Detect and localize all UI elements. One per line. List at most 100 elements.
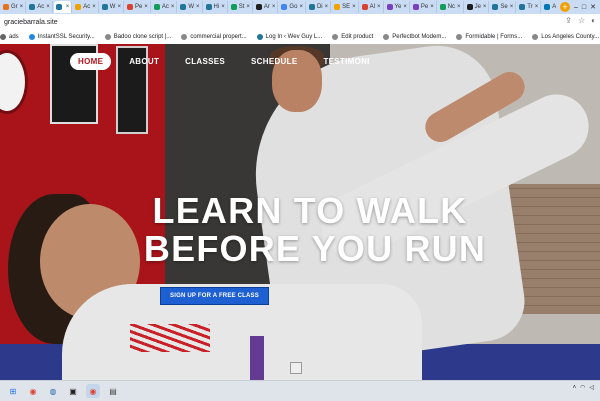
browser-tab[interactable]: Je ×: [465, 1, 490, 13]
browser-tab[interactable]: Ye ×: [385, 1, 410, 13]
browser-tab[interactable]: Di ×: [307, 1, 332, 13]
broken-image-icon: [290, 362, 302, 374]
browser-tab[interactable]: Pe ×: [125, 1, 151, 13]
browser-tab[interactable]: W ×: [100, 1, 124, 13]
volume-icon[interactable]: ◁: [589, 384, 594, 391]
profile-icon[interactable]: ◐: [591, 16, 596, 25]
bookmark-favicon-icon: [456, 34, 463, 40]
bookmark-star-icon[interactable]: ☆: [578, 16, 585, 25]
browser-tab[interactable]: Nc ×: [438, 1, 464, 13]
tab-close-icon[interactable]: ×: [272, 4, 276, 10]
tab-close-icon[interactable]: ×: [483, 4, 487, 10]
tab-close-icon[interactable]: ×: [403, 4, 407, 10]
tab-close-icon[interactable]: ×: [325, 4, 329, 10]
address-bar[interactable]: graciebarrala.site ⇪ ☆ ◐: [0, 14, 600, 31]
bookmark-item[interactable]: Log In ‹ Wev Guy L...: [256, 34, 322, 40]
nav-item-testimoni[interactable]: TESTIMONI: [315, 53, 377, 70]
bookmark-item[interactable]: Edit product: [332, 34, 373, 40]
bookmark-item[interactable]: ads: [0, 34, 19, 40]
bookmark-item[interactable]: Badoo clone script |...: [104, 34, 171, 40]
tab-favicon-icon: [126, 4, 133, 10]
tab-favicon-icon: [281, 4, 288, 10]
tab-close-icon[interactable]: ×: [196, 4, 200, 10]
tab-close-icon[interactable]: ×: [66, 4, 70, 10]
tab-label: W: [109, 4, 116, 10]
bookmark-item[interactable]: commercial propert...: [181, 34, 247, 40]
tab-label: Ac: [37, 4, 45, 10]
tab-label: Al: [369, 4, 376, 10]
file-explorer-icon[interactable]: ◍: [46, 384, 60, 398]
terminal-icon[interactable]: ▣: [66, 384, 80, 398]
nav-item-home[interactable]: HOME: [70, 53, 112, 70]
url-text[interactable]: graciebarrala.site: [4, 19, 58, 26]
bookmark-label: ads: [9, 34, 19, 40]
browser-tab[interactable]: Tr×: [517, 1, 542, 13]
tab-close-icon[interactable]: ×: [377, 4, 381, 10]
browser-tab[interactable]: Al ×: [360, 1, 384, 13]
tab-label: Go: [289, 4, 298, 10]
share-icon[interactable]: ⇪: [565, 16, 572, 25]
tab-close-icon[interactable]: ×: [20, 4, 24, 10]
tab-close-icon[interactable]: ×: [510, 4, 514, 10]
bookmark-label: InstantSSL Security...: [37, 34, 95, 40]
browser-tab[interactable]: ×: [53, 1, 73, 13]
tab-label: Nc: [447, 4, 456, 10]
maximize-icon[interactable]: □: [582, 4, 586, 11]
bookmark-favicon-icon: [28, 34, 35, 40]
tab-close-icon[interactable]: ×: [117, 4, 121, 10]
nav-item-about[interactable]: ABOUT: [121, 53, 167, 70]
windows-start-icon[interactable]: ⊞: [6, 384, 20, 398]
tab-close-icon[interactable]: ×: [171, 4, 175, 10]
bookmark-label: Perfectbot Modem...: [392, 34, 447, 40]
bookmark-item[interactable]: Perfectbot Modem...: [383, 34, 446, 40]
tab-close-icon[interactable]: ×: [221, 4, 225, 10]
browser-tab[interactable]: Pe ×: [411, 1, 437, 13]
network-icon[interactable]: ◠: [580, 384, 585, 391]
bookmark-label: Los Angeles County...: [541, 34, 600, 40]
tab-close-icon[interactable]: ×: [352, 4, 356, 10]
browser-tab[interactable]: W ×: [178, 1, 203, 13]
chrome-icon[interactable]: ◉: [86, 384, 100, 398]
browser-tab[interactable]: Go ×: [279, 1, 306, 13]
tab-close-icon[interactable]: ×: [299, 4, 303, 10]
close-icon[interactable]: ✕: [590, 3, 596, 11]
browser-tab[interactable]: SE ×: [332, 1, 359, 13]
browser-tab[interactable]: Hi ×: [204, 1, 228, 13]
tab-label: Gr: [11, 4, 18, 10]
tab-close-icon[interactable]: ×: [144, 4, 148, 10]
tab-label: SE: [342, 4, 351, 10]
tab-label: Se: [500, 4, 508, 10]
tab-close-icon[interactable]: ×: [535, 4, 539, 10]
new-tab-button[interactable]: +: [559, 2, 570, 12]
nav-item-classes[interactable]: CLASSES: [177, 53, 233, 70]
bookmark-favicon-icon: [383, 34, 390, 40]
bookmark-item[interactable]: Formidable | Forms...: [456, 34, 522, 40]
chevron-up-icon[interactable]: ˄: [573, 385, 577, 391]
bookmark-item[interactable]: InstantSSL Security...: [28, 34, 95, 40]
browser-tab[interactable]: Gr ×: [1, 1, 27, 13]
tab-close-icon[interactable]: ×: [92, 4, 96, 10]
tab-label: Pe: [134, 4, 143, 10]
bookmark-item[interactable]: Los Angeles County...: [532, 34, 599, 40]
minimize-icon[interactable]: –: [574, 4, 578, 11]
address-bar-actions: ⇪ ☆ ◐: [565, 16, 596, 25]
headline-line-2: BEFORE YOU RUN: [143, 228, 487, 269]
tab-close-icon[interactable]: ×: [430, 4, 434, 10]
browser-tab[interactable]: Ac ×: [27, 1, 53, 13]
tab-close-icon[interactable]: ×: [246, 4, 250, 10]
settings-icon[interactable]: ▤: [106, 384, 120, 398]
nav-item-schedule[interactable]: SCHEDULE: [243, 53, 305, 70]
tab-close-icon[interactable]: ×: [46, 4, 50, 10]
signup-free-class-button[interactable]: SIGN UP FOR A FREE CLASS: [160, 287, 269, 305]
browser-tab[interactable]: Ac ×: [152, 1, 178, 13]
bookmark-label: commercial propert...: [190, 34, 247, 40]
tab-close-icon[interactable]: ×: [457, 4, 461, 10]
bookmark-favicon-icon: [256, 34, 263, 40]
tab-favicon-icon: [75, 4, 82, 10]
chrome-icon[interactable]: ◉: [26, 384, 40, 398]
browser-tab[interactable]: Se ×: [490, 1, 517, 13]
browser-tab[interactable]: Ac ×: [73, 1, 99, 13]
browser-tab[interactable]: St ×: [229, 1, 253, 13]
browser-tab[interactable]: Ar×: [254, 1, 279, 13]
tab-favicon-icon: [205, 4, 212, 10]
